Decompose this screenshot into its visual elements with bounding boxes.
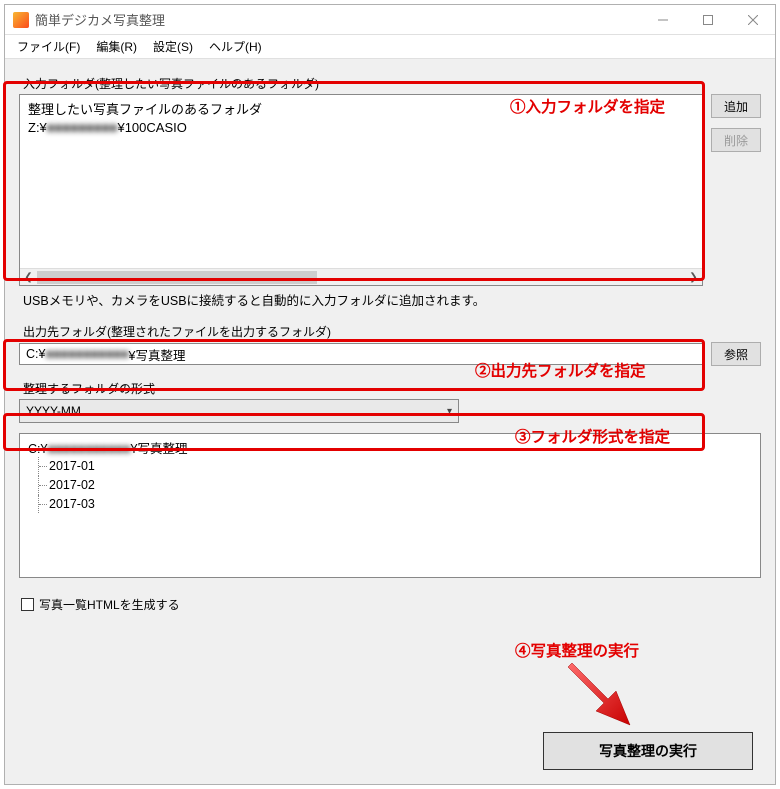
input-folder-list-content: 整理したい写真ファイルのあるフォルダ Z:¥■■■■■■■■■¥100CASIO [20, 95, 702, 268]
tree-root: C:¥■■■■■■■■■■■¥写真整理 [28, 438, 752, 457]
maximize-icon [703, 15, 713, 25]
output-folder-input[interactable]: C:¥■■■■■■■■■■■¥写真整理 [19, 343, 703, 365]
input-folder-column-header: 整理したい写真ファイルのあるフォルダ [28, 99, 694, 118]
scroll-right-icon[interactable]: ❯ [685, 270, 702, 285]
preview-tree[interactable]: C:¥■■■■■■■■■■■¥写真整理 2017-01 2017-02 2017… [19, 433, 761, 578]
generate-html-label: 写真一覧HTMLを生成する [39, 596, 180, 613]
window-controls [640, 5, 775, 35]
run-button[interactable]: 写真整理の実行 [543, 732, 753, 770]
annotation-text-4: ④写真整理の実行 [515, 639, 639, 661]
input-folder-side-buttons: 追加 削除 [711, 94, 761, 152]
scroll-track[interactable] [37, 270, 685, 285]
path-suffix: ¥100CASIO [117, 120, 186, 135]
horizontal-scrollbar[interactable]: ❮ ❯ [20, 268, 702, 285]
input-folder-item[interactable]: Z:¥■■■■■■■■■¥100CASIO [28, 120, 694, 135]
tree-child: 2017-01 [38, 457, 752, 476]
path-blurred: ■■■■■■■■■■■ [45, 347, 128, 361]
path-blurred: ■■■■■■■■■ [47, 120, 118, 135]
close-button[interactable] [730, 5, 775, 35]
format-label: 整理するフォルダの形式 [23, 380, 761, 397]
format-value: YYYY-MM [26, 404, 81, 418]
path-blurred: ■■■■■■■■■■■ [47, 442, 130, 456]
path-suffix: ¥写真整理 [131, 442, 188, 456]
tree-child: 2017-02 [38, 476, 752, 495]
path-prefix: C:¥ [26, 347, 45, 361]
minimize-icon [658, 15, 668, 25]
minimize-button[interactable] [640, 5, 685, 35]
window-title: 簡単デジカメ写真整理 [35, 10, 640, 29]
checkbox-row: 写真一覧HTMLを生成する [21, 596, 761, 613]
menu-settings[interactable]: 設定(S) [147, 36, 199, 57]
path-prefix: Z:¥ [28, 120, 47, 135]
path-suffix: ¥写真整理 [129, 345, 186, 364]
maximize-button[interactable] [685, 5, 730, 35]
app-window: 簡単デジカメ写真整理 ファイル(F) 編集(R) 設定(S) ヘルプ(H) 入力… [4, 4, 776, 785]
input-folder-label: 入力フォルダ(整理したい写真ファイルのあるフォルダ) [23, 75, 761, 92]
tree-child: 2017-03 [38, 495, 752, 514]
scroll-thumb[interactable] [37, 271, 317, 284]
input-folder-hint: USBメモリや、カメラをUSBに接続すると自動的に入力フォルダに追加されます。 [23, 290, 761, 309]
menu-edit[interactable]: 編集(R) [90, 36, 143, 57]
titlebar: 簡単デジカメ写真整理 [5, 5, 775, 35]
scroll-left-icon[interactable]: ❮ [20, 270, 37, 285]
content-area: 入力フォルダ(整理したい写真ファイルのあるフォルダ) 整理したい写真ファイルのあ… [5, 59, 775, 784]
add-button[interactable]: 追加 [711, 94, 761, 118]
output-folder-row: C:¥■■■■■■■■■■■¥写真整理 参照 [19, 342, 761, 366]
generate-html-checkbox[interactable] [21, 598, 34, 611]
browse-button[interactable]: 参照 [711, 342, 761, 366]
input-folder-list[interactable]: 整理したい写真ファイルのあるフォルダ Z:¥■■■■■■■■■¥100CASIO… [19, 94, 703, 286]
app-icon [13, 12, 29, 28]
input-folder-row: 整理したい写真ファイルのあるフォルダ Z:¥■■■■■■■■■¥100CASIO… [19, 94, 761, 286]
menu-file[interactable]: ファイル(F) [11, 36, 86, 57]
menubar: ファイル(F) 編集(R) 設定(S) ヘルプ(H) [5, 35, 775, 59]
format-combo[interactable]: YYYY-MM ▾ [19, 399, 459, 423]
close-icon [748, 15, 758, 25]
chevron-down-icon: ▾ [447, 406, 452, 417]
arrow-icon [560, 657, 650, 727]
delete-button: 削除 [711, 128, 761, 152]
menu-help[interactable]: ヘルプ(H) [203, 36, 268, 57]
path-prefix: C:¥ [28, 442, 47, 456]
output-folder-label: 出力先フォルダ(整理されたファイルを出力するフォルダ) [23, 323, 761, 340]
